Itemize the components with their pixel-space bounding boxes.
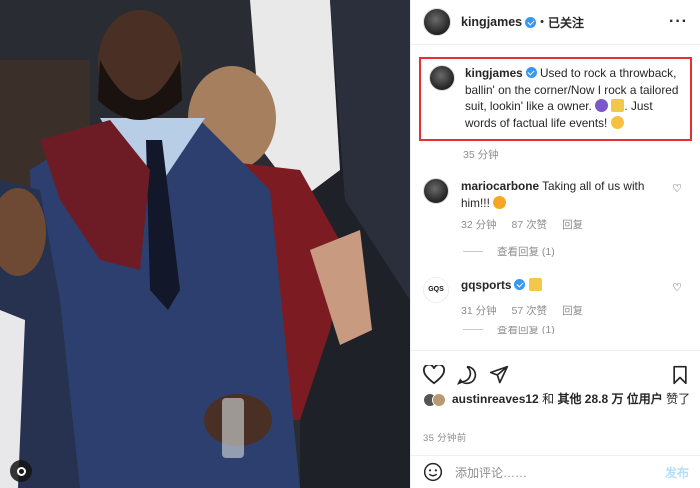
commenter-username[interactable]: gqsports: [461, 278, 511, 292]
caption-time: 35 分钟: [463, 149, 499, 161]
view-replies-link[interactable]: 查看回复 (1): [463, 326, 700, 334]
more-options-icon[interactable]: ···: [669, 13, 688, 31]
reply-button[interactable]: 回复: [562, 305, 583, 317]
share-icon[interactable]: [489, 365, 509, 385]
likes-others[interactable]: 其他 28.8 万 位用户: [557, 392, 662, 406]
reply-line: [463, 329, 483, 330]
view-replies-link[interactable]: 查看回复 (1): [463, 244, 700, 259]
post-header: kingjames • 已关注 ···: [411, 0, 700, 45]
post-comment-button[interactable]: 发布: [665, 464, 689, 481]
caption-username[interactable]: kingjames: [465, 66, 523, 80]
crown-emoji-icon: [611, 99, 625, 112]
caption-text: kingjames Used to rock a throwback, ball…: [465, 65, 682, 131]
verified-badge-icon: [525, 16, 537, 28]
verified-badge-icon: [514, 278, 526, 290]
emoji-icon[interactable]: [423, 462, 443, 482]
likes-connector: 和: [542, 392, 555, 406]
tagged-user-icon[interactable]: [10, 460, 32, 482]
likes-summary: austinreaves12 和 其他 28.8 万 位用户 赞了: [423, 392, 697, 407]
bookmark-icon[interactable]: [671, 365, 689, 385]
comment-time: 31 分钟: [461, 305, 497, 317]
post-panel: kingjames • 已关注 ··· kingjames Used to ro…: [410, 0, 700, 488]
likes-suffix: 赞了: [666, 392, 691, 406]
caption-author-avatar[interactable]: [429, 65, 455, 91]
view-replies-label[interactable]: 查看回复 (1): [497, 326, 555, 334]
grimace-emoji-icon: [610, 115, 624, 129]
comment-item: GQS gqsports 31 分钟 57 次赞 回复 ♡: [411, 276, 700, 320]
liker-username[interactable]: austinreaves12: [452, 392, 539, 406]
crown-emoji-icon: [528, 277, 542, 291]
view-replies-label[interactable]: 查看回复 (1): [497, 244, 555, 259]
comment-item: mariocarbone Taking all of us with him!!…: [411, 178, 700, 234]
like-comment-heart-icon[interactable]: ♡: [672, 182, 682, 195]
comment-likes[interactable]: 57 次赞: [512, 305, 548, 317]
commenter-avatar[interactable]: [423, 178, 449, 204]
comment-meta: 31 分钟 57 次赞 回复: [461, 303, 651, 320]
like-comment-heart-icon[interactable]: ♡: [672, 281, 682, 294]
commenter-username[interactable]: mariocarbone: [461, 179, 539, 193]
dj-emoji-icon: [595, 99, 609, 112]
post-photo[interactable]: [0, 0, 410, 488]
verified-badge-icon: [525, 67, 537, 78]
add-comment-bar: 添加评论…… 发布: [411, 455, 700, 488]
raising-hands-emoji-icon: [493, 195, 507, 209]
author-username[interactable]: kingjames: [461, 15, 522, 29]
comment-icon[interactable]: [457, 365, 477, 385]
photo-illustration: [0, 0, 410, 488]
comment-time: 32 分钟: [461, 219, 497, 231]
comment-input[interactable]: 添加评论……: [455, 464, 527, 481]
comment-likes[interactable]: 87 次赞: [512, 219, 548, 231]
post-timestamp[interactable]: 35 分钟前: [423, 430, 467, 444]
caption-highlight-box: kingjames Used to rock a throwback, ball…: [419, 57, 692, 141]
comment-meta: 32 分钟 87 次赞 回复: [461, 217, 651, 234]
commenter-avatar[interactable]: GQS: [423, 276, 449, 303]
following-button[interactable]: 已关注: [548, 14, 584, 31]
reply-button[interactable]: 回复: [562, 219, 583, 231]
reply-line: [463, 250, 483, 252]
separator-dot: •: [540, 16, 544, 28]
heart-icon[interactable]: [423, 364, 445, 385]
author-avatar[interactable]: [423, 8, 451, 36]
action-bar: [411, 350, 700, 390]
liker-avatars: [423, 393, 446, 407]
